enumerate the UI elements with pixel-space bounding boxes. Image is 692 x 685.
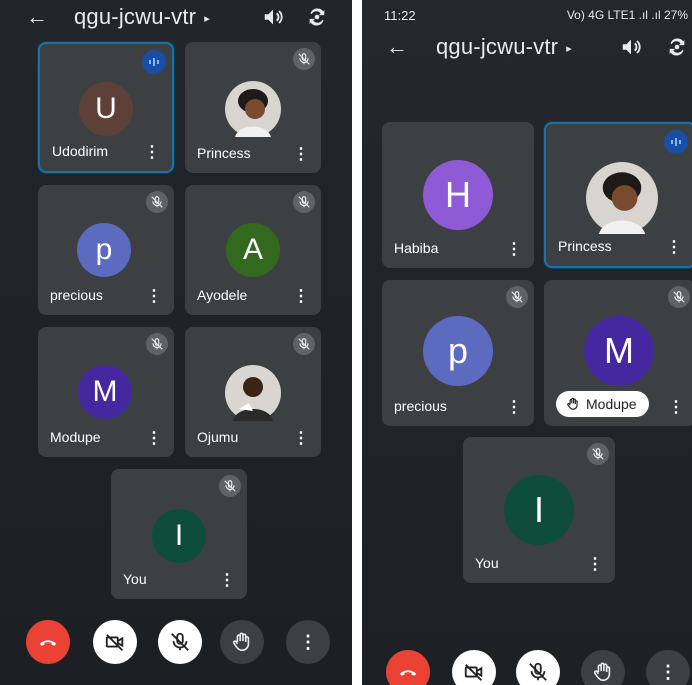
participant-name: You [475,555,499,571]
avatar: I [152,509,206,563]
participant-tile-princess[interactable]: Princess ⋮ [544,122,692,268]
participant-tile-ayodele[interactable]: A Ayodele ⋮ [185,185,321,315]
right-call-screen: 11:22 Vo) 4G LTE1 .ıl .ıl 27% ← qgu-jcwu… [362,0,692,685]
participant-name: precious [50,287,103,303]
hand-icon [232,632,250,652]
camera-toggle-button[interactable] [452,650,496,685]
mic-off-icon [668,286,690,308]
camera-off-icon [105,634,124,651]
meeting-title[interactable]: qgu-jcwu-vtr ▸ [436,34,572,60]
more-options-icon[interactable]: ⋮ [144,145,160,161]
top-bar: ← qgu-jcwu-vtr ▸ [362,30,692,64]
participant-name: precious [394,398,447,414]
avatar: M [78,365,132,419]
participant-tile-you[interactable]: I You ⋮ [463,437,615,583]
status-indicators: Vo) 4G LTE1 .ıl .ıl 27% [566,8,688,22]
camera-toggle-button[interactable] [93,620,137,664]
participant-name: Udodirim [52,143,109,159]
back-arrow-icon[interactable]: ← [386,34,408,60]
mic-off-icon [146,191,168,213]
switch-camera-icon[interactable] [666,36,688,58]
mic-off-icon [506,286,528,308]
more-options-icon[interactable]: ⋮ [293,289,309,305]
more-options-icon[interactable]: ⋮ [293,431,309,447]
mic-off-icon [293,191,315,213]
status-bar: 11:22 Vo) 4G LTE1 .ıl .ıl 27% [362,6,692,26]
mic-off-icon [171,632,189,651]
avatar: p [423,316,493,386]
raise-hand-button[interactable] [581,650,625,685]
participant-tile-modupe[interactable]: M Modupe ⋮ [544,280,692,426]
participant-name: Modupe [586,396,637,412]
mic-off-icon [293,48,315,70]
participant-name: Princess [197,145,251,161]
camera-off-icon [464,664,483,681]
mic-off-icon [529,662,547,681]
more-options-icon[interactable]: ⋮ [146,431,162,447]
hang-up-icon [39,640,57,646]
participant-name: Habiba [394,240,439,256]
participant-tile-habiba[interactable]: H Habiba ⋮ [382,122,534,268]
speaking-indicator-icon [664,130,688,154]
participant-tile-precious[interactable]: p precious ⋮ [382,280,534,426]
raise-hand-button[interactable] [220,620,264,664]
participant-tile-princess[interactable]: Princess ⋮ [185,42,321,173]
mic-toggle-button[interactable] [158,620,202,664]
status-time: 11:22 [384,8,416,23]
avatar: I [504,475,574,545]
meeting-title[interactable]: qgu-jcwu-vtr ▸ [74,4,210,30]
mic-off-icon [293,333,315,355]
more-options-icon[interactable]: ⋮ [666,240,682,256]
speaker-icon[interactable] [262,6,284,28]
caret-icon: ▸ [566,42,572,55]
back-arrow-icon[interactable]: ← [26,4,48,30]
more-options-icon[interactable]: ⋮ [506,242,522,258]
mic-off-icon [219,475,241,497]
profile-photo-avatar [586,162,658,234]
avatar: H [423,160,493,230]
end-call-button[interactable] [386,650,430,685]
hang-up-icon [399,670,417,676]
switch-camera-icon[interactable] [306,6,328,28]
participant-tile-ojumu[interactable]: Ojumu ⋮ [185,327,321,457]
left-call-screen: ← qgu-jcwu-vtr ▸ U Udodirim ⋮ Princess ⋮ … [0,0,352,685]
raised-hand-badge: Modupe [556,391,649,417]
caret-icon: ▸ [204,12,210,25]
participant-name: Modupe [50,429,101,445]
more-options-icon[interactable]: ⋮ [506,400,522,416]
participant-name: Ayodele [197,287,248,303]
hand-icon [567,397,578,410]
speaker-icon[interactable] [620,36,642,58]
participant-tile-precious[interactable]: p precious ⋮ [38,185,174,315]
participant-name: Ojumu [197,429,239,445]
participant-tile-you[interactable]: I You ⋮ [111,469,247,599]
participant-name: Princess [558,238,612,254]
speaking-indicator-icon [142,50,166,74]
more-options-button[interactable]: ⋮ [646,650,690,685]
more-vert-icon: ⋮ [659,661,677,682]
profile-photo-avatar [225,81,281,137]
mic-off-icon [587,443,609,465]
profile-photo-avatar [225,365,281,421]
avatar: M [584,316,654,386]
mic-off-icon [146,333,168,355]
end-call-button[interactable] [26,620,70,664]
more-options-icon[interactable]: ⋮ [219,573,235,589]
avatar: A [226,223,280,277]
more-options-icon[interactable]: ⋮ [293,147,309,163]
avatar: U [79,82,133,136]
top-bar: ← qgu-jcwu-vtr ▸ [0,0,352,34]
avatar: p [77,223,131,277]
participant-name: You [123,571,147,587]
participant-tile-udodirim[interactable]: U Udodirim ⋮ [38,42,174,173]
more-options-icon[interactable]: ⋮ [587,557,603,573]
more-vert-icon: ⋮ [299,631,317,652]
mic-toggle-button[interactable] [516,650,560,685]
more-options-button[interactable]: ⋮ [286,620,330,664]
participant-tile-modupe[interactable]: M Modupe ⋮ [38,327,174,457]
more-options-icon[interactable]: ⋮ [668,400,684,416]
more-options-icon[interactable]: ⋮ [146,289,162,305]
hand-icon [593,662,611,682]
